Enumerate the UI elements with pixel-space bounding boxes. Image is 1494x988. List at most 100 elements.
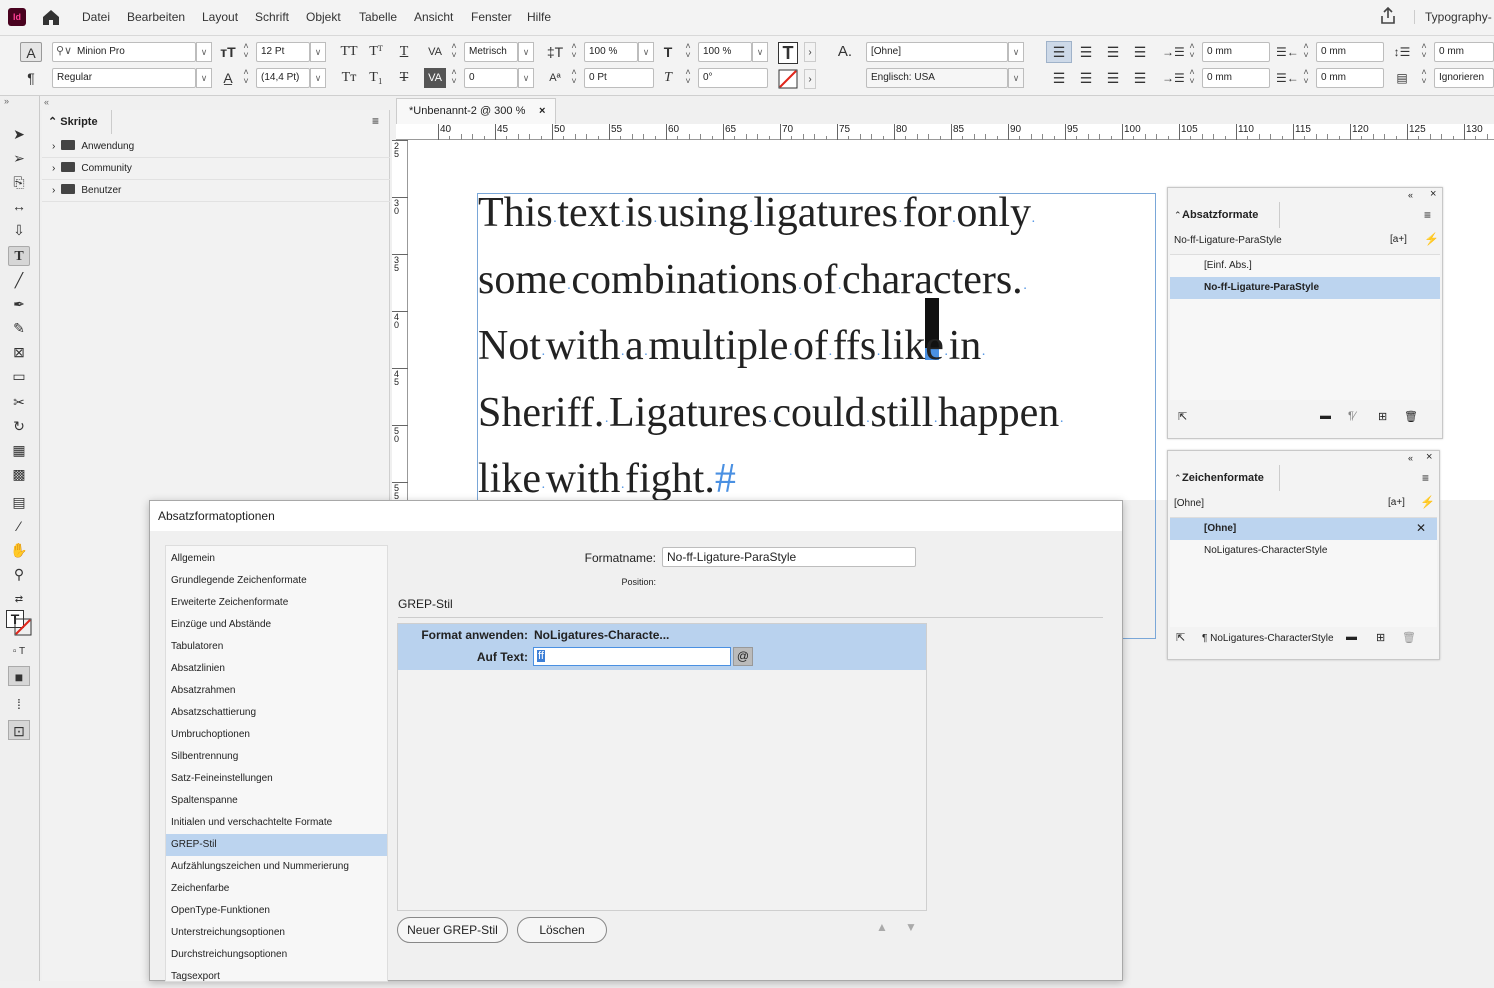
align-left-icon[interactable]: ☰ — [1046, 41, 1072, 63]
category-item[interactable]: Durchstreichungsoptionen — [166, 944, 387, 966]
to-text-input[interactable]: ff — [533, 647, 731, 666]
menu-item-3[interactable]: Schrift — [255, 10, 289, 24]
menu-item-7[interactable]: Fenster — [471, 10, 512, 24]
page-tool-icon[interactable]: ⎘ — [8, 172, 30, 192]
document-tab[interactable]: *Unbenannt-2 @ 300 % × — [396, 98, 556, 124]
rectangle-frame-tool-icon[interactable]: ⊠ — [8, 342, 30, 362]
category-item[interactable]: Initialen und verschachtelte Formate — [166, 812, 387, 834]
pen-tool-icon[interactable]: ✒ — [8, 294, 30, 314]
justify-center-icon[interactable]: ☰ — [1075, 68, 1097, 88]
stroke-color-icon[interactable] — [778, 69, 798, 89]
type-tool-icon[interactable]: T — [8, 246, 30, 266]
font-size-stepper[interactable]: ˄ ˅ — [240, 42, 252, 62]
chevron-right-icon[interactable]: › — [52, 185, 55, 196]
panel-menu-icon[interactable]: ≡ — [1424, 208, 1431, 222]
script-folder-row[interactable]: › Anwendung — [42, 136, 390, 158]
character-style-dropdown[interactable]: ∨ — [1008, 42, 1024, 62]
category-item[interactable]: Unterstreichungsoptionen — [166, 922, 387, 944]
close-icon[interactable]: × — [1430, 188, 1436, 200]
stroke-none-icon[interactable] — [14, 618, 32, 636]
tracking-field[interactable]: 0 — [464, 68, 518, 88]
category-item[interactable]: Spaltenspanne — [166, 790, 387, 812]
justify-all-icon[interactable]: ☰ — [1129, 68, 1151, 88]
home-icon[interactable] — [40, 6, 62, 28]
paragraph-mode-icon[interactable]: ¶ — [20, 68, 42, 88]
close-icon[interactable]: × — [1426, 451, 1432, 463]
scissors-tool-icon[interactable]: ✂ — [8, 392, 30, 412]
quick-apply-icon[interactable]: ⚡ — [1424, 232, 1439, 246]
align-to-grid-field[interactable]: Ignorieren — [1434, 68, 1494, 88]
line-tool-icon[interactable]: ╱ — [8, 270, 30, 290]
category-item[interactable]: Zeichenfarbe — [166, 878, 387, 900]
justify-left-icon[interactable]: ☰ — [1048, 68, 1070, 88]
folder-icon[interactable]: ▬ — [1346, 631, 1357, 643]
tracking-stepper[interactable]: ˄ ˅ — [448, 68, 460, 88]
category-item[interactable]: Silbentrennung — [166, 746, 387, 768]
tracking-dropdown[interactable]: ∨ — [518, 68, 534, 88]
align-to-grid-stepper[interactable]: ˄ ˅ — [1418, 68, 1430, 88]
zoom-tool-icon[interactable]: ⚲ — [8, 564, 30, 584]
delete-button[interactable]: Löschen — [517, 917, 607, 943]
language-field[interactable]: Englisch: USA — [866, 68, 1008, 88]
justify-right-icon[interactable]: ☰ — [1102, 68, 1124, 88]
trash-icon[interactable]: 🗑 — [1402, 631, 1416, 644]
workspace-switcher[interactable]: Typography- — [1414, 10, 1492, 24]
left-indent-stepper[interactable]: ˄ ˅ — [1186, 42, 1198, 62]
remove-override-icon[interactable]: ✕ — [1416, 521, 1426, 535]
category-item[interactable]: Einzüge und Abstände — [166, 614, 387, 636]
move-up-icon[interactable]: ▲ — [876, 920, 888, 934]
menu-item-6[interactable]: Ansicht — [414, 10, 453, 24]
horizontal-ruler[interactable]: 40 45 50 55 60 65 70 75 80 85 90 95 100 105 110 115 120 1… — [396, 124, 1494, 140]
category-item[interactable]: GREP-Stil — [166, 834, 387, 856]
align-towards-spine-icon[interactable]: ☰ — [1129, 42, 1151, 62]
panel-menu-icon[interactable]: ≡ — [372, 114, 379, 128]
leading-stepper[interactable]: ˄ ˅ — [240, 68, 252, 88]
chevron-right-icon[interactable]: › — [52, 141, 55, 152]
swap-fill-stroke-icon[interactable]: ⇄ — [8, 590, 30, 610]
gradient-feather-tool-icon[interactable]: ▩ — [8, 464, 30, 484]
quick-apply-icon[interactable]: ⚡ — [1420, 495, 1435, 509]
category-item[interactable]: Erweiterte Zeichenformate — [166, 592, 387, 614]
style-list-item[interactable]: [Ohne] — [1170, 518, 1437, 540]
menu-item-0[interactable]: Datei — [82, 10, 110, 24]
last-line-indent-field[interactable]: 0 mm — [1316, 68, 1384, 88]
panel-menu-icon[interactable]: ≡ — [1422, 471, 1429, 485]
close-icon[interactable]: × — [539, 99, 545, 123]
hand-tool-icon[interactable]: ✋ — [8, 540, 30, 560]
left-indent-field[interactable]: 0 mm — [1202, 42, 1270, 62]
vertical-ruler[interactable]: 2 5 3 0 3 5 4 0 4 5 5 0 5 5 — [392, 140, 408, 501]
last-line-indent-stepper[interactable]: ˄ ˅ — [1300, 68, 1312, 88]
style-name-field[interactable]: No-ff-Ligature-ParaStyle — [662, 547, 916, 567]
special-characters-icon[interactable]: @ — [733, 647, 753, 666]
category-item[interactable]: Umbruchoptionen — [166, 724, 387, 746]
gradient-swatch-tool-icon[interactable]: ▦ — [8, 440, 30, 460]
menu-item-2[interactable]: Layout — [202, 10, 238, 24]
space-before-stepper[interactable]: ˄ ˅ — [1418, 42, 1430, 62]
trash-icon[interactable]: 🗑 — [1404, 410, 1418, 423]
all-caps-icon[interactable]: TT — [338, 42, 360, 62]
font-size-field[interactable]: 12 Pt — [256, 42, 310, 62]
apply-color-icon[interactable]: ▫ T — [8, 642, 30, 662]
skew-stepper[interactable]: ˄ ˅ — [682, 68, 694, 88]
collapse-scripts-icon[interactable]: « — [44, 97, 49, 107]
character-mode-icon[interactable]: A — [20, 42, 42, 62]
content-collector-icon[interactable]: ⇩ — [8, 220, 30, 240]
free-transform-tool-icon[interactable]: ↻ — [8, 416, 30, 436]
superscript-icon[interactable]: Tᵀ — [366, 42, 386, 62]
fill-color-icon[interactable]: T — [778, 42, 798, 64]
leading-dropdown[interactable]: ∨ — [310, 68, 326, 88]
screen-mode-icon[interactable]: ⁞ — [8, 694, 30, 714]
style-list-item[interactable]: NoLigatures-CharacterStyle — [1170, 540, 1437, 562]
subscript-icon[interactable]: T₁ — [366, 68, 386, 88]
folder-icon[interactable]: ▬ — [1320, 410, 1331, 422]
menu-item-1[interactable]: Bearbeiten — [127, 10, 185, 24]
style-list-item[interactable]: No-ff-Ligature-ParaStyle — [1170, 277, 1440, 299]
paragraph-styles-tab[interactable]: Absatzformate — [1168, 202, 1280, 228]
vertical-scale-field[interactable]: 100 % — [584, 42, 638, 62]
rectangle-tool-icon[interactable]: ▭ — [8, 366, 30, 386]
category-item[interactable]: Tagsexport — [166, 966, 387, 988]
load-styles-icon[interactable]: ⇱ — [1176, 631, 1185, 644]
category-item[interactable]: OpenType-Funktionen — [166, 900, 387, 922]
vertical-scale-stepper[interactable]: ˄ ˅ — [568, 42, 580, 62]
small-caps-icon[interactable]: Tᴛ — [338, 68, 360, 88]
